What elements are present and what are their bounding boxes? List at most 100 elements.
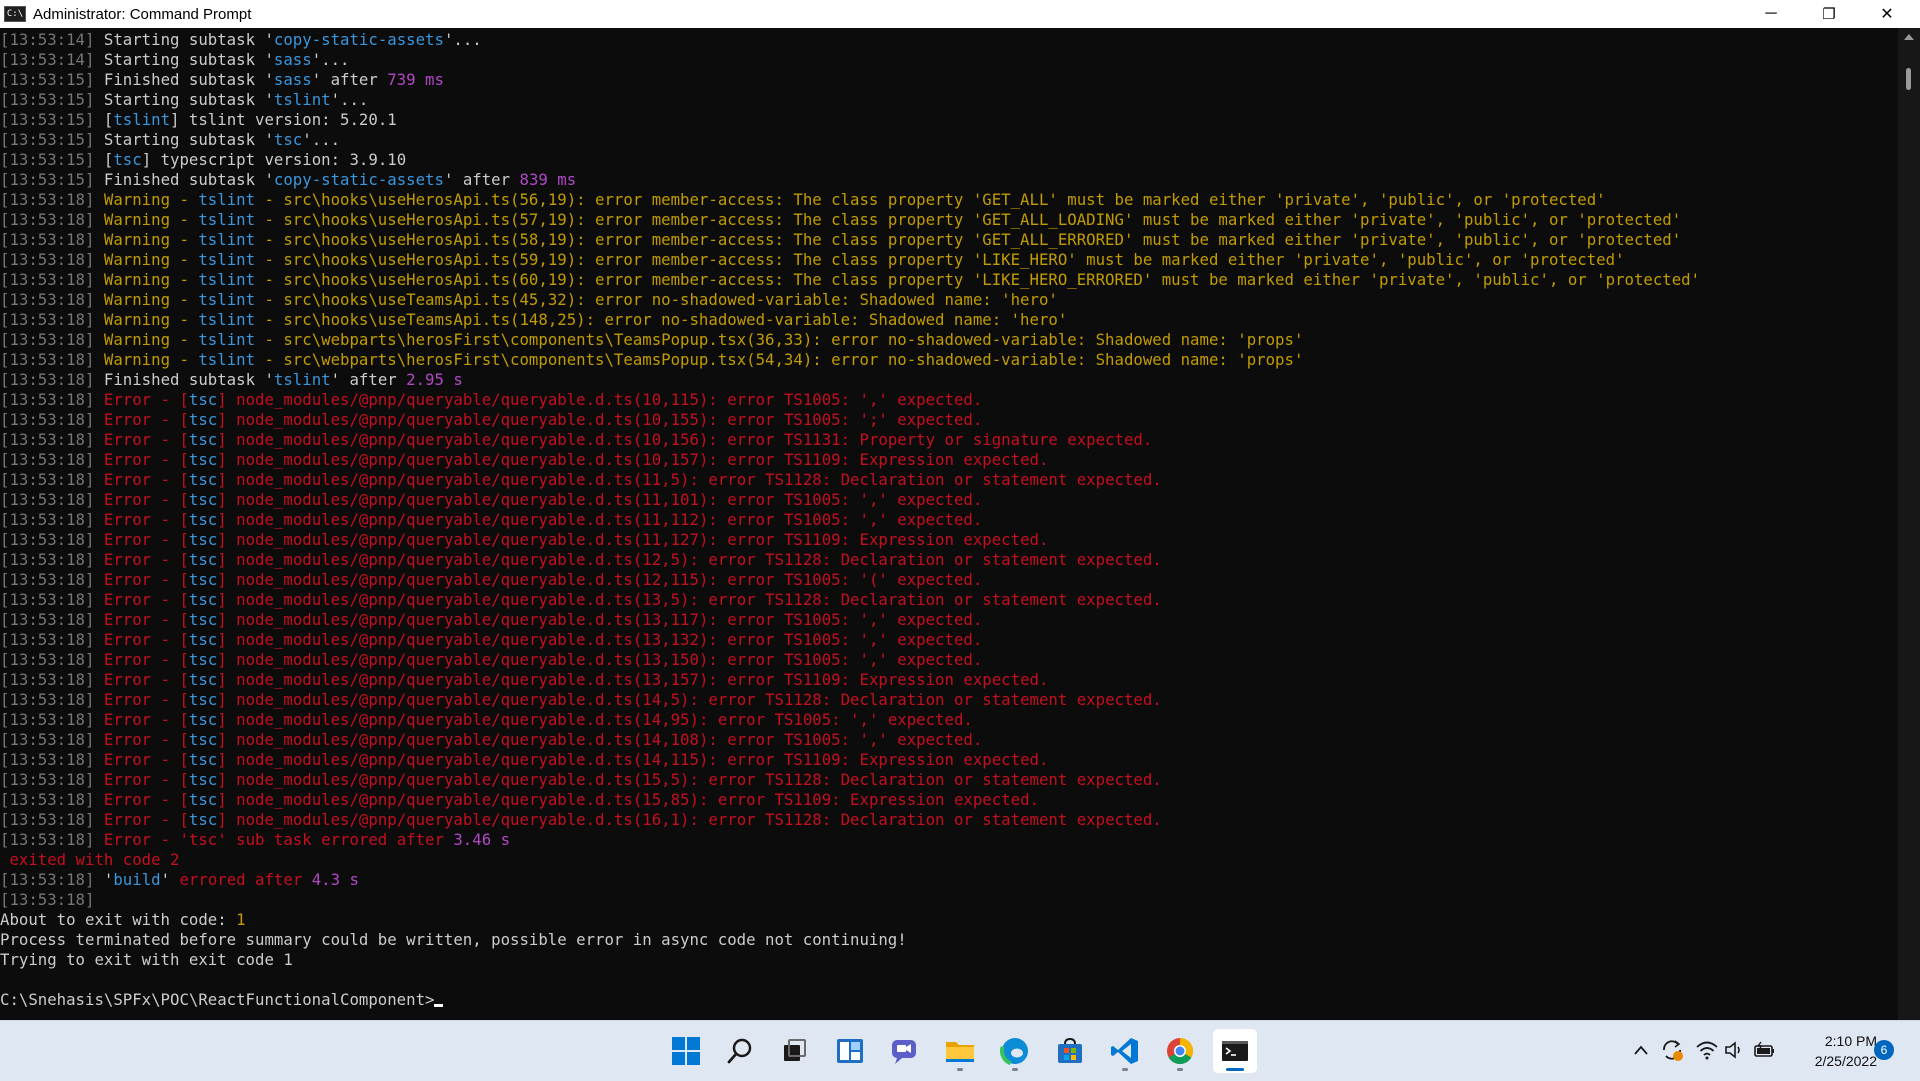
console-text-segment: '... — [311, 50, 350, 69]
console-text-segment: Error - [ — [103, 770, 189, 789]
console-text-segment: ' after — [443, 170, 520, 189]
console-line: [13:53:14] Starting subtask 'copy-static… — [0, 30, 1898, 50]
console-text-segment: tslint — [198, 350, 256, 369]
task-view-button[interactable] — [772, 1029, 816, 1073]
console-text-segment: tslint — [273, 370, 331, 389]
console-text-segment: ] node_modules/@pnp/queryable/queryable.… — [217, 630, 983, 649]
scrollbar-thumb[interactable] — [1906, 68, 1911, 90]
battery-icon[interactable] — [1752, 1040, 1776, 1060]
console-line: [13:53:18] Warning - tslint - src\hooks\… — [0, 270, 1898, 290]
restore-button[interactable]: ❐ — [1800, 0, 1858, 28]
console-text-segment: Starting subtask ' — [103, 50, 274, 69]
console-text-segment: Starting subtask ' — [103, 30, 274, 49]
command-prompt-icon: C:\ — [4, 6, 26, 22]
chevron-up-icon[interactable] — [1633, 1043, 1649, 1057]
console-text-segment: Warning - — [103, 270, 199, 289]
console-text-segment: Error - [ — [103, 590, 189, 609]
console-text-segment: ] node_modules/@pnp/queryable/queryable.… — [217, 430, 1153, 449]
console-text-segment: tsc — [188, 470, 218, 489]
widgets-icon — [837, 1039, 863, 1063]
title-bar[interactable]: C:\ Administrator: Command Prompt ─ ❐ ✕ — [0, 0, 1920, 28]
close-button[interactable]: ✕ — [1858, 0, 1916, 28]
console-text-segment: [13:53:18] — [0, 190, 104, 209]
console-text-segment: tsc — [188, 690, 218, 709]
console-text-segment: - src\hooks\useHerosApi.ts(58,19): error… — [255, 230, 1682, 249]
widgets-button[interactable] — [828, 1029, 872, 1073]
console-text-segment: ' after — [311, 70, 388, 89]
vertical-scrollbar[interactable] — [1898, 28, 1920, 1020]
console-text-segment: Error - [ — [103, 790, 189, 809]
console-text-segment: tslint — [198, 310, 256, 329]
console-text-segment: [13:53:14] — [0, 50, 104, 69]
console-line: About to exit with code: 1 — [0, 910, 1898, 930]
console-text-segment: Error - [ — [103, 410, 189, 429]
edge-button[interactable] — [993, 1029, 1037, 1073]
console-text-segment: tsc — [188, 590, 218, 609]
console-text-segment: copy-static-assets — [273, 170, 444, 189]
notification-badge[interactable]: 6 — [1874, 1040, 1894, 1060]
console-text-segment: [13:53:18] — [0, 630, 104, 649]
console-text-segment: [13:53:18] — [0, 710, 104, 729]
console-text-segment: Error - [ — [103, 630, 189, 649]
console-line: [13:53:18] Error - 'tsc' sub task errore… — [0, 830, 1898, 850]
console-line: [13:53:18] Error - [tsc] node_modules/@p… — [0, 690, 1898, 710]
console-text-segment: - src\hooks\useHerosApi.ts(57,19): error… — [255, 210, 1682, 229]
console-text-segment: [13:53:18] — [0, 550, 104, 569]
edge-icon — [1000, 1036, 1030, 1066]
store-icon — [1058, 1037, 1082, 1063]
vscode-icon — [1111, 1038, 1138, 1064]
console-line: [13:53:18] Error - [tsc] node_modules/@p… — [0, 810, 1898, 830]
console-line: [13:53:18] Error - [tsc] node_modules/@p… — [0, 570, 1898, 590]
console-text-segment: [13:53:18] — [0, 450, 104, 469]
file-explorer-button[interactable] — [938, 1029, 982, 1073]
console-text-segment: tsc — [188, 650, 218, 669]
store-button[interactable] — [1048, 1029, 1092, 1073]
console-line: [13:53:18] Error - [tsc] node_modules/@p… — [0, 590, 1898, 610]
console-text-segment: Process terminated before summary could … — [0, 930, 907, 949]
minimize-button[interactable]: ─ — [1742, 0, 1800, 28]
console-text-segment: Warning - — [103, 290, 199, 309]
console-line: [13:53:18] Error - [tsc] node_modules/@p… — [0, 710, 1898, 730]
console-text-segment: ] node_modules/@pnp/queryable/queryable.… — [217, 390, 983, 409]
console-line: [13:53:18] Error - [tsc] node_modules/@p… — [0, 650, 1898, 670]
search-button[interactable] — [718, 1029, 762, 1073]
command-prompt-taskbar-button[interactable] — [1213, 1029, 1257, 1073]
console-text-segment: ] node_modules/@pnp/queryable/queryable.… — [217, 470, 1162, 489]
console-text-segment: [13:53:18] — [0, 370, 104, 389]
console-text-segment: [13:53:18] — [0, 650, 104, 669]
console-text-segment: [13:53:15] — [0, 150, 104, 169]
sync-icon[interactable] — [1660, 1038, 1684, 1062]
console-text-segment: tsc — [188, 790, 218, 809]
console-text-segment: ] node_modules/@pnp/queryable/queryable.… — [217, 690, 1162, 709]
console-output[interactable]: [13:53:14] Starting subtask ' copy-static… — [0, 28, 1898, 1022]
volume-icon[interactable] — [1724, 1040, 1746, 1060]
running-indicator — [957, 1068, 963, 1071]
console-text-segment: [13:53:18] — [0, 770, 104, 789]
console-text-segment: Error - [ — [103, 570, 189, 589]
terminal-icon — [1222, 1041, 1248, 1061]
console-text-segment: - src\hooks\useTeamsApi.ts(148,25): erro… — [255, 310, 1068, 329]
console-text-segment: ] node_modules/@pnp/queryable/queryable.… — [217, 550, 1162, 569]
chrome-button[interactable] — [1158, 1029, 1202, 1073]
console-text-segment: [13:53:18] — [0, 530, 104, 549]
console-text-segment: ] node_modules/@pnp/queryable/queryable.… — [217, 510, 983, 529]
console-text-segment: [13:53:15] — [0, 110, 104, 129]
console-text-segment: 1 — [236, 910, 246, 929]
console-line: [13:53:18] Error - [tsc] node_modules/@p… — [0, 610, 1898, 630]
console-text-segment: tslint — [198, 210, 256, 229]
vscode-button[interactable] — [1103, 1029, 1147, 1073]
console-text-segment: tsc — [188, 770, 218, 789]
console-text-segment: [13:53:18] — [0, 350, 104, 369]
console-line: [13:53:18] Error - [tsc] node_modules/@p… — [0, 390, 1898, 410]
console-text-segment: build — [113, 870, 161, 889]
start-button[interactable] — [664, 1029, 708, 1073]
console-text-segment: tsc — [188, 630, 218, 649]
console-text-segment: Warning - — [103, 250, 199, 269]
console-text-segment: About to exit with code: — [0, 910, 237, 929]
scroll-up-arrow-icon[interactable] — [1904, 34, 1914, 40]
console-text-segment: [13:53:18] — [0, 790, 104, 809]
clock[interactable]: 2:10 PM 2/25/2022 — [1785, 1031, 1877, 1071]
teams-chat-button[interactable] — [882, 1029, 926, 1073]
wifi-icon[interactable] — [1696, 1040, 1718, 1060]
console-text-segment: - src\webparts\herosFirst\components\Tea… — [255, 330, 1304, 349]
